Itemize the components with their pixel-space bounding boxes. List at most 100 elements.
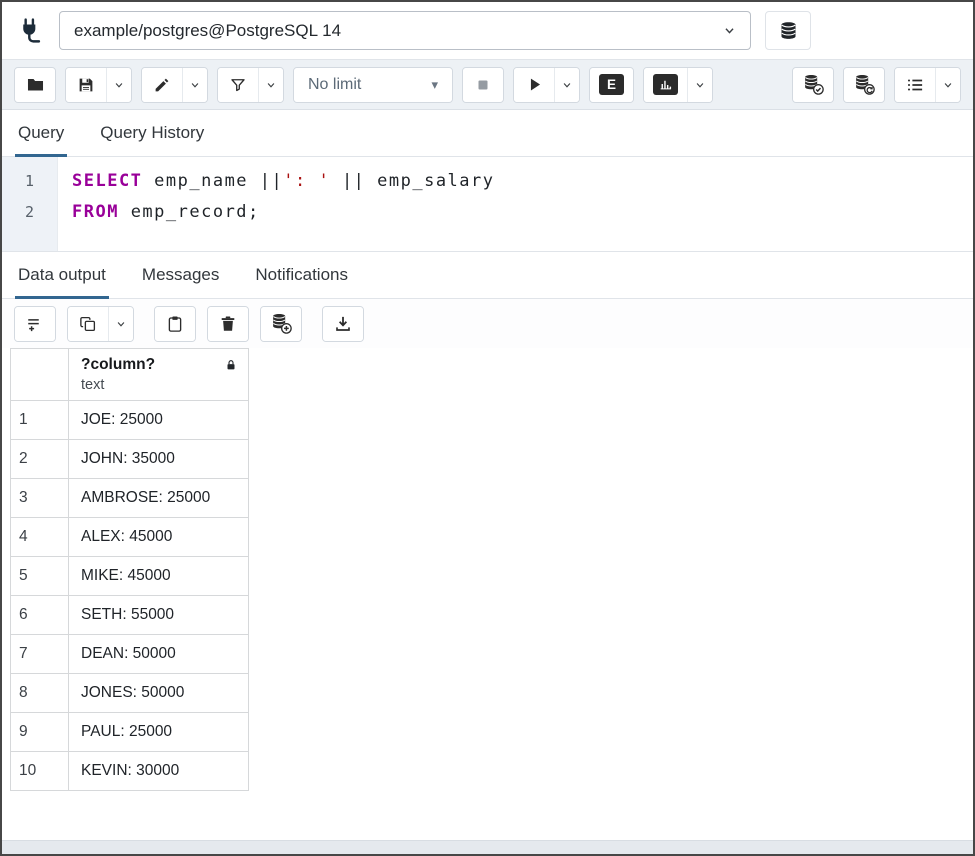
row-value-cell[interactable]: ALEX: 45000 xyxy=(69,518,249,557)
cancel-query-button[interactable] xyxy=(463,68,503,102)
output-tab-bar: Data output Messages Notifications xyxy=(2,252,973,299)
table-row: 6 SETH: 55000 xyxy=(11,596,249,635)
row-value-cell[interactable]: JONES: 50000 xyxy=(69,674,249,713)
bottom-scroll-strip[interactable] xyxy=(2,840,973,854)
tab-messages-label: Messages xyxy=(142,265,219,285)
sql-keyword: FROM xyxy=(72,202,119,222)
folder-icon xyxy=(26,75,45,94)
copy-button[interactable] xyxy=(68,307,108,341)
explain-button[interactable]: E xyxy=(590,68,633,102)
sql-editor: 1 2 SELECT emp_name ||': ' || emp_salary… xyxy=(2,157,973,252)
tab-notifications-label: Notifications xyxy=(255,265,348,285)
row-number-cell[interactable]: 9 xyxy=(11,713,69,752)
row-value-cell[interactable]: JOE: 25000 xyxy=(69,401,249,440)
filter-icon xyxy=(229,76,247,94)
explain-badge-icon: E xyxy=(599,74,624,95)
row-number-cell[interactable]: 5 xyxy=(11,557,69,596)
add-row-icon xyxy=(26,315,44,333)
execute-menu-button[interactable] xyxy=(554,68,579,102)
copy-menu-button[interactable] xyxy=(108,307,133,341)
column-header[interactable]: ?column? text xyxy=(69,349,249,401)
delete-row-button[interactable] xyxy=(208,307,248,341)
query-toolbar: No limit ▾ E xyxy=(2,60,973,110)
connection-toolbar: example/postgres@PostgreSQL 14 xyxy=(2,2,973,60)
table-row: 5 MIKE: 45000 xyxy=(11,557,249,596)
chevron-down-icon xyxy=(112,78,126,92)
tab-query-history[interactable]: Query History xyxy=(100,110,204,156)
execute-button[interactable] xyxy=(514,68,554,102)
new-connection-button[interactable] xyxy=(765,11,811,50)
row-value-cell[interactable]: AMBROSE: 25000 xyxy=(69,479,249,518)
sql-text: || emp_salary xyxy=(330,171,494,191)
rollback-button[interactable] xyxy=(844,68,884,102)
chevron-down-icon xyxy=(693,78,707,92)
results-body: 1 JOE: 25000 2 JOHN: 35000 3 AMBROSE: 25… xyxy=(11,401,249,791)
database-rollback-icon xyxy=(854,74,875,95)
commit-group xyxy=(792,67,834,103)
filter-button[interactable] xyxy=(218,68,258,102)
tab-notifications[interactable]: Notifications xyxy=(255,252,348,298)
database-check-icon xyxy=(803,74,824,95)
row-limit-select[interactable]: No limit ▾ xyxy=(294,68,452,102)
add-row-button[interactable] xyxy=(15,307,55,341)
paste-button[interactable] xyxy=(155,307,195,341)
results-header: ?column? text xyxy=(11,349,249,401)
column-type: text xyxy=(81,377,238,393)
filter-group xyxy=(217,67,284,103)
explain-menu-button[interactable] xyxy=(687,68,712,102)
edit-button[interactable] xyxy=(142,68,182,102)
row-number-cell[interactable]: 10 xyxy=(11,752,69,791)
data-output-panel: ?column? text 1 JOE: 25000 2 JOHN: 35000… xyxy=(2,348,973,840)
code-line: SELECT emp_name ||': ' || emp_salary xyxy=(72,166,973,197)
row-limit-value: No limit xyxy=(308,76,361,94)
rollback-group xyxy=(843,67,885,103)
tab-data-output[interactable]: Data output xyxy=(18,252,106,298)
row-number-cell[interactable]: 2 xyxy=(11,440,69,479)
save-menu-button[interactable] xyxy=(106,68,131,102)
paste-icon xyxy=(166,315,184,333)
edit-menu-button[interactable] xyxy=(182,68,207,102)
macro-menu-button[interactable] xyxy=(935,68,960,102)
download-button[interactable] xyxy=(323,307,363,341)
grid-corner-cell[interactable] xyxy=(11,349,69,401)
save-button[interactable] xyxy=(66,68,106,102)
table-row: 3 AMBROSE: 25000 xyxy=(11,479,249,518)
download-icon xyxy=(334,315,352,333)
row-number-cell[interactable]: 8 xyxy=(11,674,69,713)
add-row-group xyxy=(14,306,56,342)
open-file-button[interactable] xyxy=(15,68,55,102)
row-value-cell[interactable]: JOHN: 35000 xyxy=(69,440,249,479)
save-data-changes-button[interactable] xyxy=(261,307,301,341)
macro-group xyxy=(894,67,961,103)
line-number: 1 xyxy=(2,166,57,197)
save-data-group xyxy=(260,306,302,342)
tab-messages[interactable]: Messages xyxy=(142,252,219,298)
row-value-cell[interactable]: MIKE: 45000 xyxy=(69,557,249,596)
chevron-down-icon xyxy=(721,22,738,39)
play-icon xyxy=(525,75,544,94)
row-number-cell[interactable]: 4 xyxy=(11,518,69,557)
sql-code-area[interactable]: SELECT emp_name ||': ' || emp_salary FRO… xyxy=(58,157,973,251)
code-line: FROM emp_record; xyxy=(72,197,973,228)
row-number-cell[interactable]: 6 xyxy=(11,596,69,635)
chevron-down-icon xyxy=(114,317,128,331)
explain-analyze-button[interactable] xyxy=(644,68,687,102)
tab-query[interactable]: Query xyxy=(18,110,64,156)
table-row: 2 JOHN: 35000 xyxy=(11,440,249,479)
pencil-icon xyxy=(153,76,171,94)
table-row: 4 ALEX: 45000 xyxy=(11,518,249,557)
row-number-cell[interactable]: 7 xyxy=(11,635,69,674)
sql-text: emp_name || xyxy=(142,171,283,191)
bar-chart-icon xyxy=(653,74,678,95)
connection-selector[interactable]: example/postgres@PostgreSQL 14 xyxy=(59,11,751,50)
row-value-cell[interactable]: DEAN: 50000 xyxy=(69,635,249,674)
row-value-cell[interactable]: SETH: 55000 xyxy=(69,596,249,635)
row-number-cell[interactable]: 1 xyxy=(11,401,69,440)
row-value-cell[interactable]: KEVIN: 30000 xyxy=(69,752,249,791)
macro-button[interactable] xyxy=(895,68,935,102)
filter-menu-button[interactable] xyxy=(258,68,283,102)
data-output-toolbar xyxy=(2,299,973,348)
row-number-cell[interactable]: 3 xyxy=(11,479,69,518)
commit-button[interactable] xyxy=(793,68,833,102)
row-value-cell[interactable]: PAUL: 25000 xyxy=(69,713,249,752)
